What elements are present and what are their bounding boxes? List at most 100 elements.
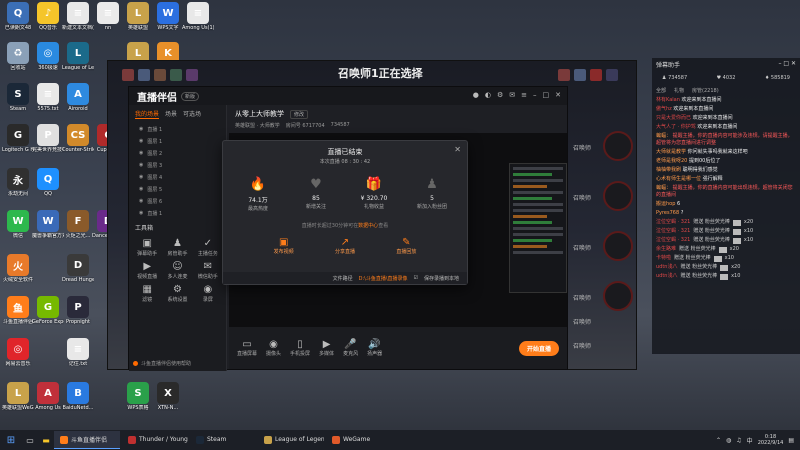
source-button[interactable]: ▯ 手机投屏 (290, 339, 310, 357)
desktop-shortcut[interactable]: W 微信 (2, 210, 34, 239)
desktop-shortcut[interactable]: GLogitech G HUB (2, 124, 34, 153)
message-icon[interactable]: ✉ (509, 91, 515, 99)
chat-window-controls[interactable]: – □ ✕ (778, 60, 796, 69)
desktop-shortcut[interactable]: P Propnight (62, 296, 94, 325)
save-recording-checkbox[interactable]: ☑ (414, 275, 418, 281)
desktop-shortcut[interactable]: S WPS表格 (122, 382, 154, 411)
scene-item[interactable]: ◉ 图层 5 (129, 183, 226, 195)
desktop-shortcut[interactable]: ≡ 记住.txt (62, 338, 94, 367)
desktop-shortcut[interactable]: ≡ nn (92, 2, 124, 31)
desktop-shortcut[interactable]: ◎ 网易云音乐 (2, 338, 34, 367)
desktop-shortcut[interactable]: ≡新建文本文档(4).txt (62, 2, 94, 31)
chat-message-list[interactable]: 林有Kalan 欢迎来到本直播间 傲气hz 欢迎来到本直播间 只是大爱你而已 欢迎来… (652, 96, 800, 218)
ime-indicator[interactable]: 中 (747, 436, 753, 445)
notification-icon[interactable]: ▤ (788, 437, 794, 444)
summoner-slot[interactable] (603, 231, 633, 261)
scene-item[interactable]: ◉ 图层 2 (129, 147, 226, 159)
user-avatar-icon[interactable]: ● (473, 91, 479, 99)
source-button[interactable]: 🔊 扬声器 (367, 339, 382, 357)
headset-icon[interactable]: ◐ (485, 91, 491, 99)
volume-icon[interactable]: ♫ (736, 437, 741, 444)
source-button[interactable]: ◉ 摄像头 (266, 339, 281, 357)
desktop-shortcut[interactable]: CSCounter-Strike Global Off... (62, 124, 94, 153)
chat-username[interactable]: 只是大爱你而已 (656, 115, 691, 121)
gift-username[interactable]: 泣位空蝎 · 321 (656, 219, 690, 226)
taskbar-app[interactable]: 斗鱼直播伴侣 (54, 431, 120, 449)
desktop-shortcut[interactable]: S Steam (2, 83, 34, 112)
dialog-action-button[interactable]: ↗ 分享直播 (335, 237, 355, 255)
summoner-slot[interactable] (603, 181, 633, 211)
scene-item[interactable]: ◉ 图层 4 (129, 171, 226, 183)
dialog-action-button[interactable]: ▣ 发布视频 (274, 237, 294, 255)
eye-icon[interactable]: ◉ (139, 162, 143, 168)
source-button[interactable]: 🎤 麦克风 (343, 339, 358, 357)
chat-username[interactable]: 心术有师生是哪一位 (656, 176, 701, 182)
desktop-shortcut[interactable]: W魔兽争霸官方对战平台 (32, 210, 64, 239)
desktop-shortcut[interactable]: X XTN-N... (152, 382, 184, 411)
chat-username[interactable]: 傲气hz (656, 106, 672, 112)
start-stream-button[interactable]: 开始直播 (518, 340, 559, 356)
tool-button[interactable]: ▦ 滤镜 (133, 284, 161, 303)
gift-username[interactable]: 余生路难 (656, 246, 676, 253)
gift-username[interactable]: udtn浅八 (656, 273, 677, 280)
chat-username[interactable]: 蝙蝠： (656, 185, 671, 191)
chat-tab-all[interactable]: 全部 (656, 87, 666, 94)
tool-button[interactable]: ⚙ 系统设置 (163, 284, 191, 303)
data-center-link[interactable]: 数据中心 (358, 223, 378, 229)
desktop-shortcut[interactable]: ♪ QQ音乐 (32, 2, 64, 31)
source-button[interactable]: ▶ 多媒体 (319, 339, 334, 357)
desktop-shortcut[interactable]: A Among Us (32, 382, 64, 411)
eye-icon[interactable]: ◉ (139, 198, 143, 204)
maximize-icon[interactable]: □ (543, 91, 550, 99)
desktop-shortcut[interactable]: ≡ 5575.txt (32, 83, 64, 112)
chat-username[interactable]: 柚柚带我刷 (656, 167, 681, 173)
chat-username[interactable]: 大师就是教学 (656, 149, 686, 155)
edit-room-button[interactable]: 修改 (290, 109, 309, 119)
taskbar-app[interactable]: Steam (190, 431, 256, 449)
desktop-shortcut[interactable]: 永永劫无间 (2, 168, 34, 197)
eye-icon[interactable]: ◉ (139, 150, 143, 156)
menu-icon[interactable]: ≡ (521, 91, 527, 99)
desktop-shortcut[interactable]: Q QQ (32, 168, 64, 197)
network-icon[interactable]: ◍ (726, 437, 731, 444)
close-icon[interactable]: ✕ (555, 91, 561, 99)
eye-icon[interactable]: ◉ (139, 210, 143, 216)
desktop-shortcut[interactable]: L英雄联盟WeGame版 (2, 382, 34, 411)
taskbar-app[interactable]: Thunder / Young... (122, 431, 188, 449)
tool-button[interactable]: ☺ 多人连麦 (163, 261, 191, 280)
tool-button[interactable]: ◉ 录屏 (194, 284, 222, 303)
desktop-shortcut[interactable]: A Airoroid (62, 83, 94, 112)
eye-icon[interactable]: ◉ (139, 138, 143, 144)
task-view-icon[interactable]: ▭ (22, 436, 38, 445)
tab-optional[interactable]: 可选场 (183, 109, 201, 119)
chat-username[interactable]: 老师是我呀20 (656, 158, 687, 164)
tab-my-scenes[interactable]: 我的场景 (135, 109, 160, 119)
chat-username[interactable]: 大气人了 · 你护驾 (656, 124, 696, 130)
scene-item[interactable]: ◉ 图层 6 (129, 195, 226, 207)
eye-icon[interactable]: ◉ (139, 186, 143, 192)
source-button[interactable]: ▭ 直播屏幕 (237, 339, 257, 357)
settings-icon[interactable]: ⚙ (497, 91, 503, 99)
desktop-shortcut[interactable]: L英雄联盟 (122, 2, 154, 31)
close-icon[interactable]: ✕ (454, 145, 461, 154)
tool-button[interactable]: ♟ 房管助手 (163, 238, 191, 257)
windows-start-icon[interactable]: ⊞ (0, 435, 22, 446)
desktop-shortcut[interactable]: ♻ 回收站 (2, 42, 34, 71)
desktop-shortcut[interactable]: ≡Among Us(1)-rar.s... (182, 2, 214, 31)
desktop-shortcut[interactable]: W WPS文字 (152, 2, 184, 31)
desktop-shortcut[interactable]: B BaiduNetd... (62, 382, 94, 411)
taskbar-app[interactable]: League of Legends (258, 431, 324, 449)
chat-tab-gifts[interactable]: 礼物 (674, 87, 684, 94)
summoner-slot[interactable] (603, 281, 633, 311)
tool-button[interactable]: ✓ 主播任务 (194, 238, 222, 257)
desktop-shortcut[interactable]: LLeague of Legends (62, 42, 94, 71)
scene-item[interactable]: ◉ 直播 1 (129, 123, 226, 135)
explorer-icon[interactable]: ▬ (38, 436, 54, 445)
gift-username[interactable]: udtn浅八 (656, 264, 677, 271)
tab-scenes[interactable]: 场景 (165, 109, 177, 119)
eye-icon[interactable]: ◉ (139, 126, 143, 132)
chat-username[interactable]: 蝙蝠： (656, 133, 671, 139)
chat-username[interactable]: 搬运hop (656, 201, 675, 207)
tool-button[interactable]: ▶ 视频直播 (133, 261, 161, 280)
tool-button[interactable]: ✉ 微信助手 (194, 261, 222, 280)
